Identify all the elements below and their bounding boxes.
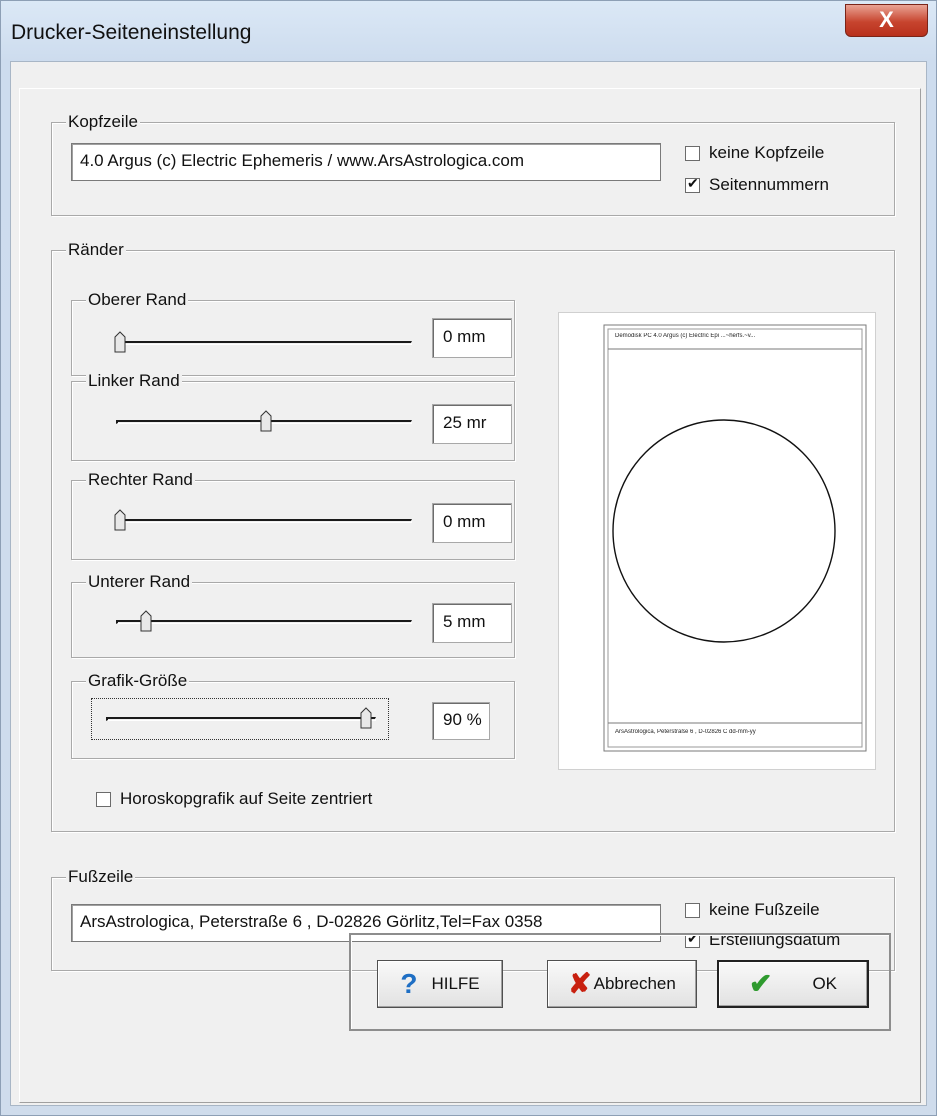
left-margin-value[interactable]: 25 mr bbox=[432, 404, 512, 444]
top-margin-group: Oberer Rand 0 mm bbox=[71, 290, 515, 376]
no-header-label: keine Kopfzeile bbox=[709, 143, 825, 162]
right-margin-label: Rechter Rand bbox=[86, 470, 195, 490]
page-numbers-checkbox[interactable]: Seitennummern bbox=[685, 175, 829, 195]
bottom-margin-slider-track[interactable] bbox=[116, 620, 412, 624]
margins-group-label: Ränder bbox=[66, 240, 126, 260]
bottom-margin-group: Unterer Rand 5 mm bbox=[71, 572, 515, 658]
right-margin-slider-track[interactable] bbox=[116, 519, 412, 523]
right-margin-slider-thumb[interactable] bbox=[114, 509, 126, 531]
no-footer-checkbox-box[interactable] bbox=[685, 902, 700, 918]
help-button-label: HILFE bbox=[431, 974, 480, 993]
right-margin-group: Rechter Rand 0 mm bbox=[71, 470, 515, 560]
header-group-label: Kopfzeile bbox=[66, 112, 140, 132]
graphic-size-group: Grafik-Größe 90 % bbox=[71, 671, 515, 759]
graphic-size-slider-track[interactable] bbox=[106, 717, 376, 721]
button-panel: ? HILFE ✘ Abbrechen ✔ OK bbox=[349, 933, 891, 1031]
cancel-button[interactable]: ✘ Abbrechen bbox=[547, 960, 697, 1008]
top-margin-slider-thumb[interactable] bbox=[114, 331, 126, 353]
right-margin-slider[interactable] bbox=[114, 509, 412, 531]
right-margin-value[interactable]: 0 mm bbox=[432, 503, 512, 543]
close-button[interactable]: X bbox=[845, 4, 928, 37]
top-margin-slider-track[interactable] bbox=[116, 341, 412, 345]
footer-group-label: Fußzeile bbox=[66, 867, 136, 887]
preview-footer-text: ArsAstrologica, Peterstraße 6 , D-02826 … bbox=[615, 729, 756, 735]
header-group: Kopfzeile 4.0 Argus (c) Electric Ephemer… bbox=[51, 112, 895, 216]
left-margin-slider[interactable] bbox=[116, 410, 412, 432]
ok-button-label: OK bbox=[812, 974, 838, 993]
help-icon: ? bbox=[400, 968, 418, 999]
graphic-size-label: Grafik-Größe bbox=[86, 671, 190, 691]
center-graphic-checkbox[interactable]: Horoskopgrafik auf Seite zentriert bbox=[96, 789, 372, 809]
cancel-icon: ✘ bbox=[568, 968, 592, 999]
no-header-checkbox-box[interactable] bbox=[685, 145, 700, 161]
top-margin-label: Oberer Rand bbox=[86, 290, 189, 310]
ok-button[interactable]: ✔ OK bbox=[717, 960, 869, 1008]
left-margin-label: Linker Rand bbox=[86, 371, 182, 391]
window-title: Drucker-Seiteneinstellung bbox=[11, 21, 252, 44]
dialog-window: Drucker-Seiteneinstellung X Kopfzeile 4.… bbox=[0, 0, 937, 1116]
no-footer-checkbox[interactable]: keine Fußzeile bbox=[685, 900, 820, 920]
page-numbers-label: Seitennummern bbox=[709, 175, 830, 194]
title-bar[interactable]: Drucker-Seiteneinstellung X bbox=[1, 1, 936, 59]
margins-group: Ränder Oberer Rand 0 mm Linker Rand 25 m… bbox=[51, 240, 895, 832]
center-graphic-label: Horoskopgrafik auf Seite zentriert bbox=[120, 789, 373, 808]
graphic-size-slider[interactable] bbox=[106, 707, 402, 729]
help-button[interactable]: ? HILFE bbox=[377, 960, 503, 1008]
cancel-button-label: Abbrechen bbox=[593, 974, 676, 993]
checkmark-icon: ✔ bbox=[748, 968, 773, 999]
top-margin-slider[interactable] bbox=[114, 331, 412, 353]
preview-header-text: Demodisk PC 4.0 Argus (c) Electric Epi .… bbox=[615, 333, 756, 339]
page-numbers-checkbox-box[interactable] bbox=[685, 175, 700, 193]
top-margin-value[interactable]: 0 mm bbox=[432, 318, 512, 358]
page-preview: Demodisk PC 4.0 Argus (c) Electric Epi .… bbox=[558, 312, 876, 770]
close-icon: X bbox=[879, 7, 894, 32]
center-graphic-checkbox-box[interactable] bbox=[96, 791, 111, 807]
bottom-margin-slider[interactable] bbox=[116, 610, 412, 632]
bottom-margin-value[interactable]: 5 mm bbox=[432, 603, 512, 643]
graphic-size-slider-thumb[interactable] bbox=[360, 707, 372, 729]
header-text-input[interactable]: 4.0 Argus (c) Electric Ephemeris / www.A… bbox=[71, 143, 661, 181]
left-margin-slider-thumb[interactable] bbox=[260, 410, 272, 432]
bottom-margin-label: Unterer Rand bbox=[86, 572, 193, 592]
graphic-size-value[interactable]: 90 % bbox=[432, 702, 490, 740]
bottom-margin-slider-thumb[interactable] bbox=[140, 610, 152, 632]
page-preview-drawing bbox=[603, 324, 867, 752]
no-header-checkbox[interactable]: keine Kopfzeile bbox=[685, 143, 824, 163]
no-footer-label: keine Fußzeile bbox=[709, 900, 820, 919]
left-margin-group: Linker Rand 25 mr bbox=[71, 371, 515, 461]
